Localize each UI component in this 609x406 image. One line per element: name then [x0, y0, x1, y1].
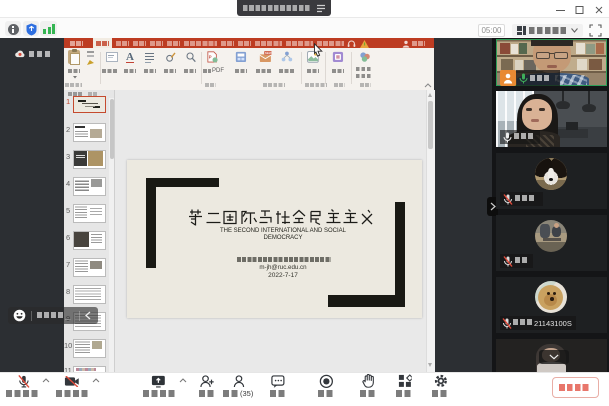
- svg-text:P: P: [209, 55, 212, 60]
- svg-text:NEW: NEW: [265, 51, 272, 55]
